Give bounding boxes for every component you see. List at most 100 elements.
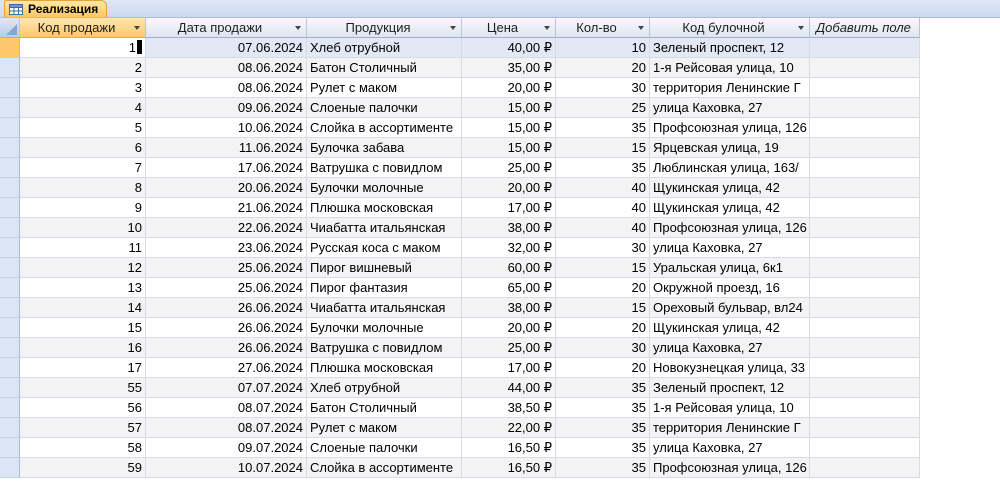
cell-cena[interactable]: 15,00 ₽	[462, 138, 556, 158]
cell-data-prodazhi[interactable]: 25.06.2024	[146, 278, 307, 298]
chevron-down-icon[interactable]	[544, 26, 550, 30]
cell-add-field[interactable]	[810, 258, 920, 278]
column-header-produkciya[interactable]: Продукция	[307, 18, 462, 38]
cell-data-prodazhi[interactable]: 11.06.2024	[146, 138, 307, 158]
table-row[interactable]: 2 08.06.2024 Батон Столичный 35,00 ₽ 20 1-я Р…	[0, 58, 1000, 78]
row-selector[interactable]	[0, 78, 20, 98]
row-selector[interactable]	[0, 98, 20, 118]
cell-produkciya[interactable]: Рулет с маком	[307, 418, 462, 438]
cell-data-prodazhi[interactable]: 26.06.2024	[146, 298, 307, 318]
cell-produkciya[interactable]: Батон Столичный	[307, 398, 462, 418]
cell-cena[interactable]: 25,00 ₽	[462, 158, 556, 178]
cell-data-prodazhi[interactable]: 08.07.2024	[146, 398, 307, 418]
cell-kod-prodazhi[interactable]: 3	[20, 78, 146, 98]
table-row[interactable]: 11 23.06.2024 Русская коса с маком 32,00 ₽ 3…	[0, 238, 1000, 258]
cell-kol-vo[interactable]: 20	[556, 278, 650, 298]
cell-cena[interactable]: 16,50 ₽	[462, 438, 556, 458]
cell-kod-prodazhi[interactable]: 14	[20, 298, 146, 318]
cell-produkciya[interactable]: Рулет с маком	[307, 78, 462, 98]
cell-kod-prodazhi[interactable]: 11	[20, 238, 146, 258]
cell-add-field[interactable]	[810, 238, 920, 258]
column-header-kod-prodazhi[interactable]: Код продажи	[20, 18, 146, 38]
cell-produkciya[interactable]: Хлеб отрубной	[307, 378, 462, 398]
cell-kod-prodazhi[interactable]: 59	[20, 458, 146, 478]
cell-kol-vo[interactable]: 35	[556, 118, 650, 138]
cell-add-field[interactable]	[810, 398, 920, 418]
table-row[interactable]: 56 08.07.2024 Батон Столичный 38,50 ₽ 35 1-я …	[0, 398, 1000, 418]
table-row[interactable]: 55 07.07.2024 Хлеб отрубной 44,00 ₽ 35 Зелены…	[0, 378, 1000, 398]
row-selector[interactable]	[0, 198, 20, 218]
cell-kod-prodazhi[interactable]: 55	[20, 378, 146, 398]
row-selector[interactable]	[0, 258, 20, 278]
cell-cena[interactable]: 25,00 ₽	[462, 338, 556, 358]
table-row[interactable]: 12 25.06.2024 Пирог вишневый 60,00 ₽ 15 Ураль…	[0, 258, 1000, 278]
cell-kol-vo[interactable]: 40	[556, 198, 650, 218]
cell-kol-vo[interactable]: 20	[556, 318, 650, 338]
cell-cena[interactable]: 35,00 ₽	[462, 58, 556, 78]
row-selector[interactable]	[0, 338, 20, 358]
cell-kod-prodazhi[interactable]: 56	[20, 398, 146, 418]
cell-cena[interactable]: 20,00 ₽	[462, 78, 556, 98]
chevron-down-icon[interactable]	[798, 26, 804, 30]
cell-data-prodazhi[interactable]: 10.06.2024	[146, 118, 307, 138]
cell-kod-prodazhi[interactable]: 2	[20, 58, 146, 78]
cell-data-prodazhi[interactable]: 26.06.2024	[146, 338, 307, 358]
cell-data-prodazhi[interactable]: 26.06.2024	[146, 318, 307, 338]
document-tab-realizaciya[interactable]: Реализация	[4, 0, 108, 17]
cell-produkciya[interactable]: Слойка в ассортименте	[307, 118, 462, 138]
cell-produkciya[interactable]: Слоеные палочки	[307, 438, 462, 458]
cell-data-prodazhi[interactable]: 22.06.2024	[146, 218, 307, 238]
cell-kod-bulochnoy[interactable]: улица Каховка, 27	[650, 438, 810, 458]
chevron-down-icon[interactable]	[295, 26, 301, 30]
cell-data-prodazhi[interactable]: 17.06.2024	[146, 158, 307, 178]
cell-add-field[interactable]	[810, 318, 920, 338]
row-selector[interactable]	[0, 358, 20, 378]
row-selector[interactable]	[0, 158, 20, 178]
table-row[interactable]: 7 17.06.2024 Ватрушка с повидлом 25,00 ₽ 35 Л…	[0, 158, 1000, 178]
table-row[interactable]: 9 21.06.2024 Плюшка московская 17,00 ₽ 40 Щук…	[0, 198, 1000, 218]
cell-kod-bulochnoy[interactable]: Щукинская улица, 42	[650, 198, 810, 218]
cell-kol-vo[interactable]: 30	[556, 78, 650, 98]
row-selector[interactable]	[0, 438, 20, 458]
cell-produkciya[interactable]: Булочки молочные	[307, 318, 462, 338]
cell-produkciya[interactable]: Русская коса с маком	[307, 238, 462, 258]
cell-produkciya[interactable]: Хлеб отрубной	[307, 38, 462, 58]
table-row[interactable]: 8 20.06.2024 Булочки молочные 20,00 ₽ 40 Щуки…	[0, 178, 1000, 198]
cell-produkciya[interactable]: Булочки молочные	[307, 178, 462, 198]
cell-add-field[interactable]	[810, 198, 920, 218]
row-selector[interactable]	[0, 278, 20, 298]
cell-kol-vo[interactable]: 20	[556, 58, 650, 78]
cell-add-field[interactable]	[810, 118, 920, 138]
cell-add-field[interactable]	[810, 138, 920, 158]
cell-add-field[interactable]	[810, 358, 920, 378]
row-selector[interactable]	[0, 318, 20, 338]
cell-produkciya[interactable]: Слоеные палочки	[307, 98, 462, 118]
chevron-down-icon[interactable]	[134, 26, 140, 30]
table-row[interactable]: 14 26.06.2024 Чиабатта итальянская 38,00 ₽ 1…	[0, 298, 1000, 318]
cell-kod-bulochnoy[interactable]: Уральская улица, 6к1	[650, 258, 810, 278]
cell-kol-vo[interactable]: 30	[556, 238, 650, 258]
cell-kod-prodazhi[interactable]: 17	[20, 358, 146, 378]
row-selector[interactable]	[0, 218, 20, 238]
cell-cena[interactable]: 44,00 ₽	[462, 378, 556, 398]
table-row[interactable]: 10 22.06.2024 Чиабатта итальянская 38,00 ₽ 4…	[0, 218, 1000, 238]
table-row[interactable]: 17 27.06.2024 Плюшка московская 17,00 ₽ 20 Но…	[0, 358, 1000, 378]
row-selector[interactable]	[0, 458, 20, 478]
row-selector[interactable]	[0, 238, 20, 258]
cell-data-prodazhi[interactable]: 09.06.2024	[146, 98, 307, 118]
cell-add-field[interactable]	[810, 98, 920, 118]
table-row[interactable]: 1 07.06.2024 Хлеб отрубной 40,00 ₽ 10 Зеленый…	[0, 38, 1000, 58]
cell-kod-prodazhi[interactable]: 57	[20, 418, 146, 438]
cell-cena[interactable]: 20,00 ₽	[462, 318, 556, 338]
cell-kol-vo[interactable]: 35	[556, 398, 650, 418]
cell-cena[interactable]: 15,00 ₽	[462, 98, 556, 118]
cell-kod-bulochnoy[interactable]: улица Каховка, 27	[650, 98, 810, 118]
column-header-data-prodazhi[interactable]: Дата продажи	[146, 18, 307, 38]
row-selector[interactable]	[0, 398, 20, 418]
cell-data-prodazhi[interactable]: 25.06.2024	[146, 258, 307, 278]
cell-add-field[interactable]	[810, 438, 920, 458]
table-row[interactable]: 16 26.06.2024 Ватрушка с повидлом 25,00 ₽ 30…	[0, 338, 1000, 358]
cell-data-prodazhi[interactable]: 27.06.2024	[146, 358, 307, 378]
cell-kod-bulochnoy[interactable]: 1-я Рейсовая улица, 10	[650, 398, 810, 418]
cell-cena[interactable]: 65,00 ₽	[462, 278, 556, 298]
